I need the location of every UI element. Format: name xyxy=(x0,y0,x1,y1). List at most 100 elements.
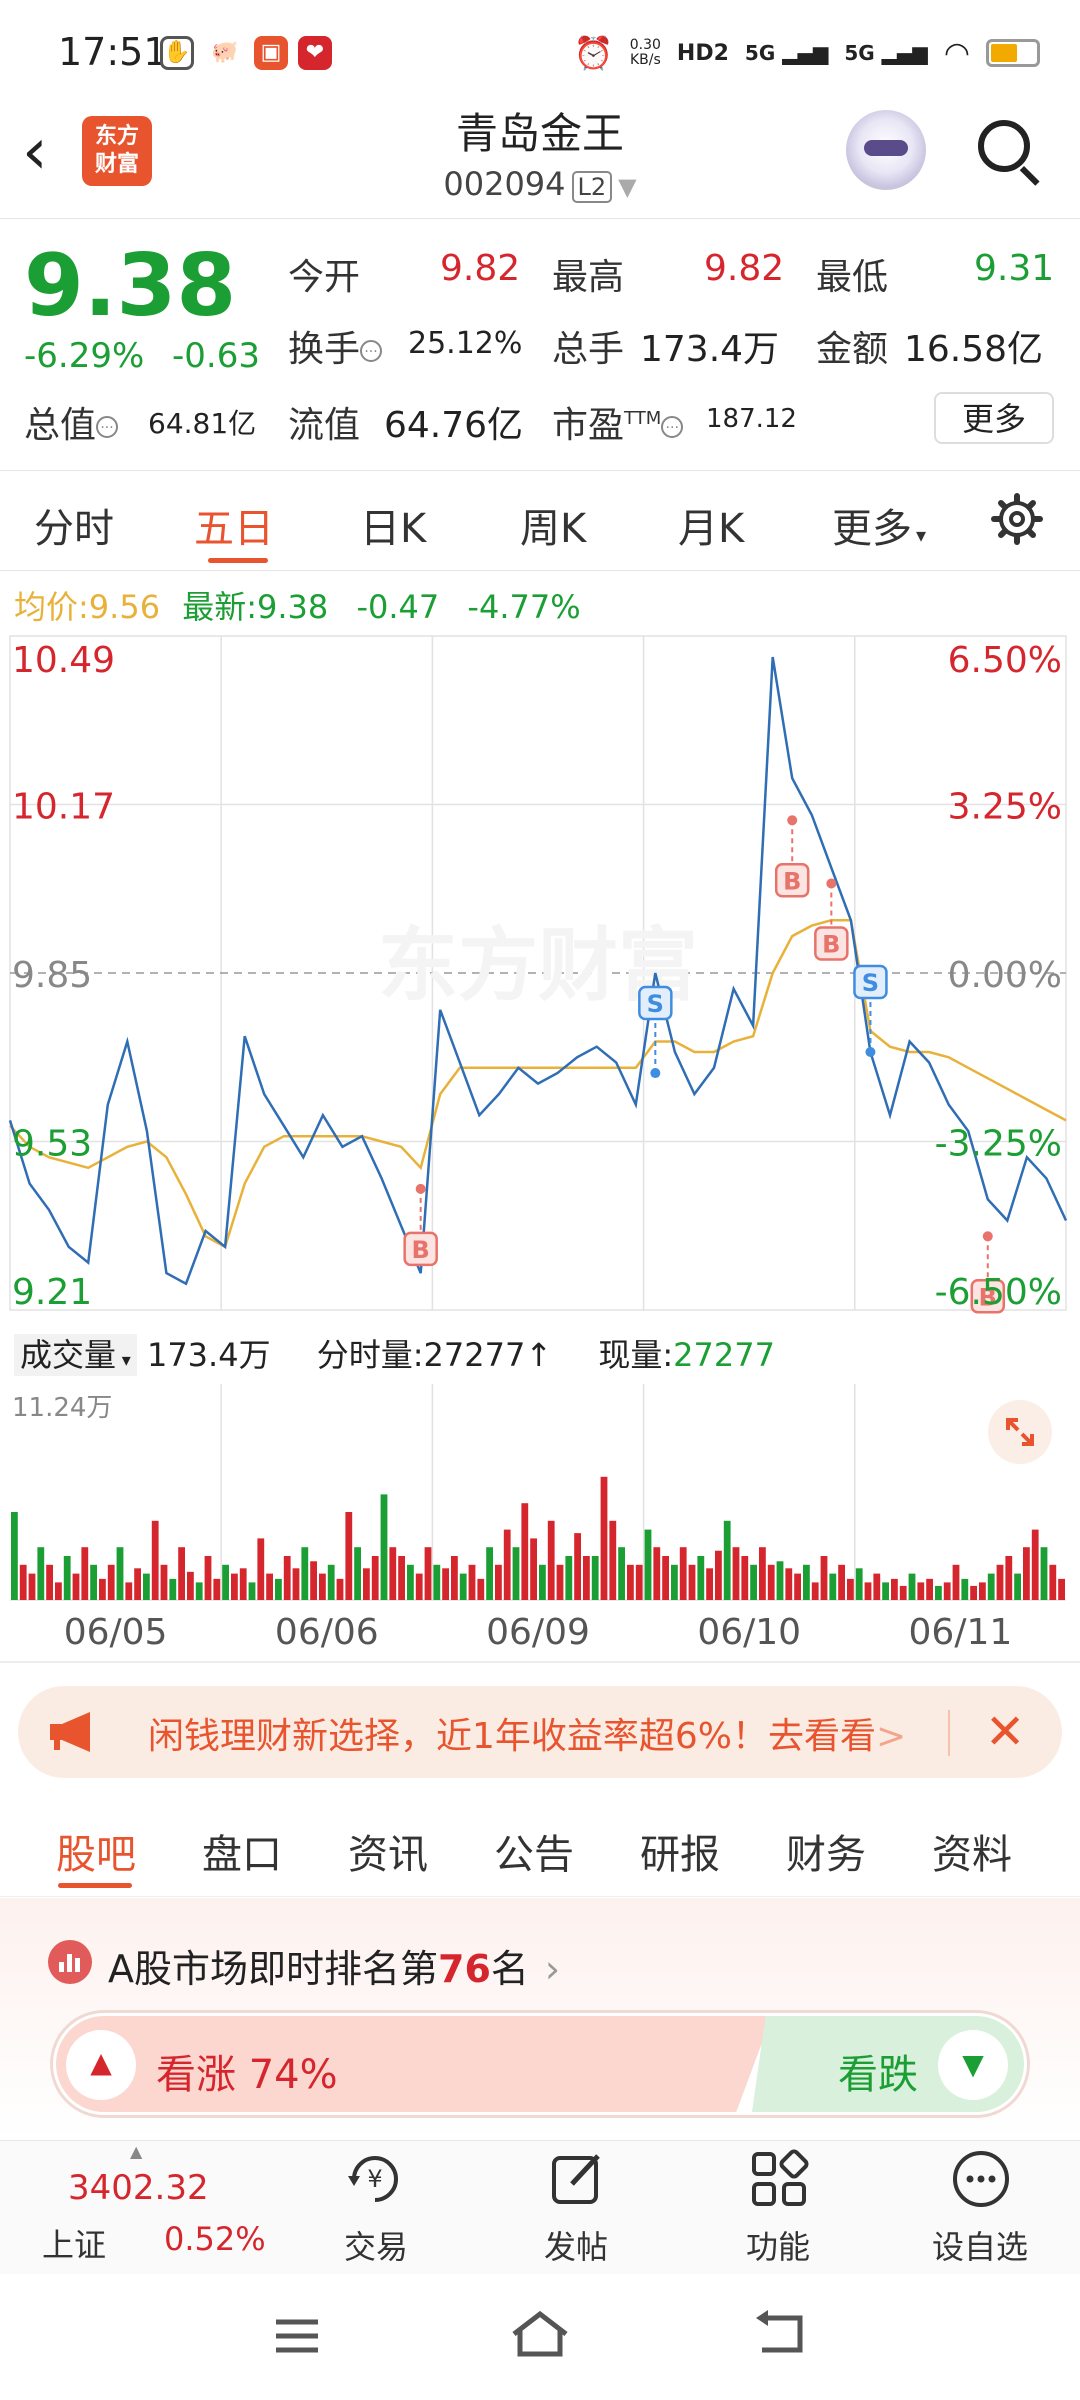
info-icon[interactable]: ··· xyxy=(661,416,684,438)
volume-bar xyxy=(1040,1547,1048,1600)
notification-icon: ✋ xyxy=(160,36,194,70)
volume-bar xyxy=(503,1529,511,1600)
low-label: 最低 xyxy=(816,257,889,298)
tab-announcements[interactable]: 公告 xyxy=(494,1822,574,1880)
net-speed: 0.30 KB/s xyxy=(629,37,661,68)
hd-icon: HD2 xyxy=(676,40,729,66)
volume-bar xyxy=(72,1573,80,1600)
mktcap-value: 64.81亿 xyxy=(148,407,257,440)
gear-icon[interactable] xyxy=(990,492,1044,546)
features-label[interactable]: 功能 xyxy=(708,2222,848,2268)
index-value[interactable]: 3402.32 xyxy=(68,2168,209,2208)
volume-bar xyxy=(715,1550,722,1600)
volume-bar xyxy=(495,1564,502,1600)
expand-icon[interactable] xyxy=(988,1400,1052,1464)
volume-bar xyxy=(609,1520,617,1600)
back-nav-icon[interactable] xyxy=(752,2310,806,2358)
more-dots-icon[interactable] xyxy=(950,2148,1012,2210)
volume-bar xyxy=(468,1564,476,1600)
volume-bar xyxy=(644,1529,652,1600)
add-watchlist-label[interactable]: 设自选 xyxy=(910,2222,1050,2268)
volume-bar xyxy=(424,1547,432,1600)
alarm-icon: ⏰ xyxy=(573,34,614,72)
volume-bar xyxy=(583,1556,590,1600)
info-icon[interactable]: ··· xyxy=(360,340,383,362)
vote-up-label: 看涨 74% xyxy=(156,2052,338,2098)
index-change[interactable]: 0.52% xyxy=(164,2220,266,2258)
volume-bar xyxy=(838,1564,845,1600)
search-icon[interactable] xyxy=(978,120,1030,172)
volume-bar xyxy=(407,1564,414,1600)
signal-point xyxy=(865,1046,876,1057)
tab-intraday[interactable]: 分时 xyxy=(34,496,114,554)
app-notification-icon: ▣ xyxy=(254,36,288,70)
avg-value: 9.56 xyxy=(88,588,161,626)
assistant-avatar-icon[interactable] xyxy=(846,110,926,190)
volume-bar xyxy=(829,1573,837,1600)
volume-bar xyxy=(917,1582,925,1600)
trade-icon[interactable]: ¥ xyxy=(344,2148,406,2210)
tab-financials[interactable]: 财务 xyxy=(786,1822,866,1880)
volume-bar xyxy=(1023,1547,1030,1600)
volume-bar xyxy=(952,1564,960,1600)
latest-label: 最新: xyxy=(182,588,258,626)
home-icon[interactable] xyxy=(508,2308,572,2360)
tab-weekly-k[interactable]: 周K xyxy=(520,496,586,554)
info-icon[interactable]: ··· xyxy=(96,416,119,438)
tab-more[interactable]: 更多 ▾ xyxy=(832,496,926,554)
float-value: 64.76亿 xyxy=(384,405,524,446)
vote-up-icon[interactable]: ▲ xyxy=(66,2030,136,2100)
app-notification-icon: 🐖 xyxy=(208,36,242,70)
tab-forum[interactable]: 股吧 xyxy=(56,1822,136,1880)
volume-bar xyxy=(433,1564,441,1600)
volume-bar xyxy=(618,1547,625,1600)
volume-bar xyxy=(732,1547,740,1600)
sell-marker-label: S xyxy=(647,990,664,1018)
volume-bar xyxy=(556,1564,564,1600)
y-axis-label-right: -3.25% xyxy=(935,1124,1062,1165)
dropdown-icon: ▾ xyxy=(116,1350,131,1371)
tab-order-book[interactable]: 盘口 xyxy=(202,1822,282,1880)
pe-value: 187.12 xyxy=(706,404,797,434)
dropdown-icon: ▾ xyxy=(916,523,927,547)
volume-bar xyxy=(706,1568,713,1600)
volume-bar xyxy=(257,1538,265,1600)
grid-icon[interactable] xyxy=(748,2148,810,2210)
tab-news[interactable]: 资讯 xyxy=(348,1822,428,1880)
tab-daily-k[interactable]: 日K xyxy=(360,496,426,554)
volume-bar xyxy=(239,1568,247,1600)
market-rank[interactable]: A股市场即时排名第76名 › xyxy=(108,1938,560,1993)
volume-selector[interactable]: 成交量 ▾ xyxy=(14,1334,137,1376)
promo-text[interactable]: 闲钱理财新选择，近1年收益率超6%！去看看> xyxy=(148,1707,906,1759)
float-label: 流值 xyxy=(288,405,361,446)
volume-bar xyxy=(389,1547,397,1600)
status-indicators: ⏰ 0.30 KB/s HD2 5G ▂▄▆ 5G ▂▄▆ ◠ xyxy=(574,34,1040,72)
volume-bar xyxy=(635,1564,643,1600)
compose-icon[interactable] xyxy=(546,2148,608,2210)
volume-bar xyxy=(741,1556,749,1600)
ranking-icon xyxy=(48,1940,92,1984)
latest-value: 9.38 xyxy=(257,588,329,626)
vote-down-icon[interactable]: ▼ xyxy=(938,2030,1008,2100)
post-label[interactable]: 发帖 xyxy=(506,2222,646,2268)
index-name[interactable]: 上证 xyxy=(42,2220,106,2266)
volume-bar xyxy=(591,1556,599,1600)
tab-monthly-k[interactable]: 月K xyxy=(678,496,744,554)
app-notification-icon: ❤ xyxy=(298,36,332,70)
tab-five-day[interactable]: 五日 xyxy=(194,496,274,554)
volume-bar xyxy=(134,1568,141,1600)
volume-bar xyxy=(301,1547,309,1600)
close-icon[interactable]: ✕ xyxy=(985,1698,1025,1766)
volume-bar xyxy=(530,1538,537,1600)
menu-icon[interactable] xyxy=(272,2316,322,2356)
sell-marker-label: S xyxy=(862,969,879,997)
more-quote-button[interactable]: 更多 xyxy=(934,392,1054,444)
volume-bar xyxy=(512,1547,520,1600)
tab-research[interactable]: 研报 xyxy=(640,1822,720,1880)
change-amount: -0.63 xyxy=(172,336,260,376)
tab-profile[interactable]: 资料 xyxy=(932,1822,1012,1880)
banner-divider xyxy=(948,1710,950,1756)
trade-label[interactable]: 交易 xyxy=(306,2222,446,2268)
five-day-chart[interactable]: 东方财富BSBSBB10.49 6.50%10.17 3.25%9.85 0.00%9… xyxy=(0,630,1080,1670)
index-caret-icon: ▲ xyxy=(130,2142,143,2161)
